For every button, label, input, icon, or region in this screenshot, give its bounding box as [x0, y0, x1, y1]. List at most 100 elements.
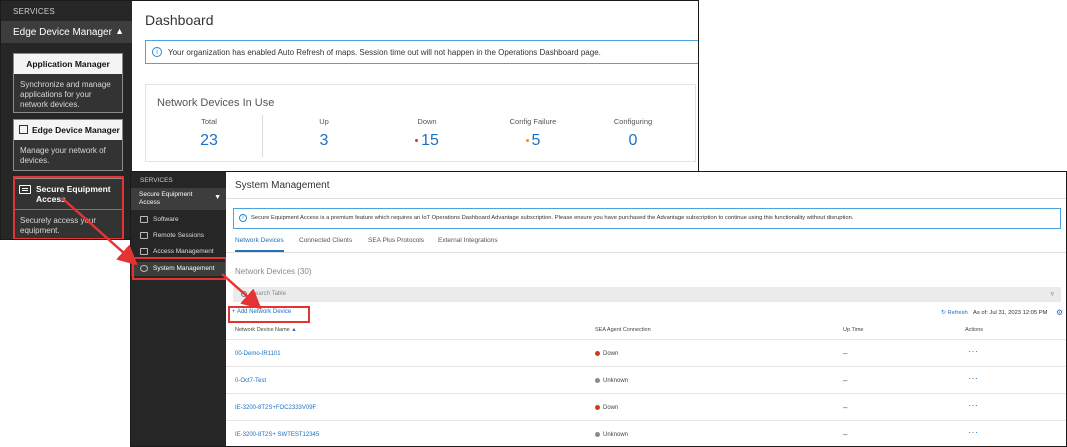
- chevron-up-icon[interactable]: ▲: [115, 26, 124, 36]
- refresh-label: Refresh: [947, 310, 968, 316]
- sidebar-item-label: Remote Sessions: [153, 232, 204, 239]
- network-devices-card: Network Devices In Use Total 23 Up 3 Dow…: [145, 84, 696, 162]
- column-label: Network Device Name: [235, 327, 290, 333]
- tab-network-devices[interactable]: Network Devices: [235, 237, 284, 252]
- stat-value: 15: [421, 132, 439, 149]
- column-header-uptime: Up Time: [843, 327, 864, 333]
- stat-value: 23: [200, 132, 218, 149]
- stat-value-row: 15: [372, 132, 482, 150]
- stat-value-row: 5: [478, 132, 588, 150]
- down-dot-icon: [415, 139, 419, 143]
- sidebar-item-software[interactable]: Software: [131, 213, 226, 227]
- uptime-value: –: [843, 403, 848, 412]
- table-row: 0-Oct7-Test Unknown – ···: [226, 366, 1066, 393]
- stat-config-failure[interactable]: Config Failure 5: [478, 117, 588, 150]
- more-actions-icon[interactable]: ···: [968, 400, 979, 410]
- tab-sea-plus-protocols[interactable]: SEA Plus Protocols: [368, 237, 424, 252]
- device-icon: [19, 125, 28, 134]
- table-row: 00-Demo-IR1101 Down – ···: [226, 339, 1066, 366]
- sidebar-item-remote-sessions[interactable]: Remote Sessions: [131, 229, 226, 243]
- application-manager-card[interactable]: Application Manager Synchronize and mana…: [13, 53, 123, 113]
- wrench-icon: [140, 216, 148, 223]
- status-text: Unknown: [603, 432, 629, 438]
- status-badge: Unknown: [595, 432, 628, 438]
- column-header-actions: Actions: [965, 327, 984, 333]
- as-of-timestamp: As of: Jul 31, 2023 12:05 PM: [973, 310, 1048, 316]
- column-header-name[interactable]: Network Device Name ▲: [235, 327, 297, 333]
- page-title: Dashboard: [145, 12, 214, 28]
- search-input[interactable]: Search Table ▿: [233, 287, 1061, 302]
- monitor-icon: [140, 232, 148, 239]
- search-icon: [241, 291, 247, 297]
- table-row: IE-3200-8T2S+FOC2333V09F Down – ···: [226, 393, 1066, 420]
- divider: [226, 198, 1066, 199]
- sea-sidebar: SERVICES Secure Equipment Access ▼ Softw…: [131, 172, 227, 446]
- card-title: Application Manager: [14, 54, 122, 74]
- device-name-link[interactable]: IE-3200-8T2S+ SWTEST12345: [235, 432, 319, 438]
- stat-total[interactable]: Total 23: [154, 117, 264, 150]
- system-management-main: System Management i Secure Equipment Acc…: [226, 172, 1066, 446]
- stat-up[interactable]: Up 3: [269, 117, 379, 150]
- chevron-down-icon[interactable]: ▼: [214, 194, 221, 202]
- warning-dot-icon: [525, 139, 529, 143]
- secure-equipment-access-section[interactable]: Secure Equipment Access ▼: [131, 188, 226, 210]
- refresh-button[interactable]: ↻ Refresh: [941, 310, 968, 316]
- settings-gear-icon[interactable]: ⚙: [1056, 308, 1063, 317]
- stat-label: Down: [417, 117, 437, 126]
- uptime-value: –: [843, 349, 848, 358]
- stat-label: Configuring: [613, 117, 653, 126]
- status-badge: Unknown: [595, 378, 628, 384]
- stat-down[interactable]: Down 15: [372, 117, 482, 150]
- card-title: Edge Device Manager: [32, 125, 120, 135]
- device-name-link[interactable]: 0-Oct7-Test: [235, 378, 266, 384]
- edge-device-manager-section[interactable]: Edge Device Manager ▲: [1, 21, 132, 43]
- section-title-line2: Access: [139, 198, 160, 206]
- card-description: Manage your network of devices.: [20, 146, 106, 165]
- device-count: Network Devices (30): [235, 267, 312, 276]
- stat-label: Config Failure: [509, 117, 557, 126]
- sidebar-item-label: Access Management: [153, 248, 214, 255]
- info-icon: i: [152, 47, 162, 57]
- more-actions-icon[interactable]: ···: [968, 346, 979, 356]
- sort-arrow-icon: ▲: [289, 327, 297, 333]
- status-text: Down: [603, 351, 619, 357]
- card-title-row: Edge Device Manager: [14, 120, 122, 140]
- device-name-link[interactable]: 00-Demo-IR1101: [235, 351, 281, 357]
- info-banner: i Your organization has enabled Auto Ref…: [145, 40, 698, 64]
- highlight-box: [13, 176, 124, 239]
- info-icon: i: [239, 214, 247, 222]
- more-actions-icon[interactable]: ···: [968, 373, 979, 383]
- info-banner: i Secure Equipment Access is a premium f…: [233, 208, 1061, 229]
- table-row: IE-3200-8T2S+ SWTEST12345 Unknown – ···: [226, 420, 1066, 446]
- uptime-value: –: [843, 430, 848, 439]
- card-description: Synchronize and manage applications for …: [20, 80, 111, 109]
- stat-value: 3: [319, 132, 329, 149]
- more-actions-icon[interactable]: ···: [968, 427, 979, 437]
- stat-value: 5: [531, 132, 541, 149]
- section-title: Edge Device Manager: [13, 27, 112, 38]
- device-name-link[interactable]: IE-3200-8T2S+FOC2333V09F: [235, 405, 316, 411]
- lock-icon: [140, 248, 148, 255]
- divider: [226, 252, 1066, 253]
- tab-connected-clients[interactable]: Connected Clients: [299, 237, 352, 252]
- column-header-sea-agent: SEA Agent Connection: [595, 327, 651, 333]
- stat-configuring[interactable]: Configuring 0: [578, 117, 688, 150]
- uptime-value: –: [843, 376, 848, 385]
- tab-external-integrations[interactable]: External Integrations: [438, 237, 498, 252]
- divider: [262, 115, 263, 157]
- services-label: SERVICES: [13, 7, 55, 16]
- banner-text: Secure Equipment Access is a premium fea…: [251, 215, 854, 221]
- status-text: Unknown: [603, 378, 629, 384]
- stat-label: Up: [319, 117, 329, 126]
- status-text: Down: [603, 405, 619, 411]
- status-dot-icon: [595, 351, 600, 356]
- system-management-window: SERVICES Secure Equipment Access ▼ Softw…: [130, 171, 1067, 447]
- edge-device-manager-card[interactable]: Edge Device Manager Manage your network …: [13, 119, 123, 171]
- services-label: SERVICES: [140, 177, 173, 184]
- status-badge: Down: [595, 351, 618, 357]
- section-title-line1: Secure Equipment: [139, 191, 193, 198]
- status-badge: Down: [595, 405, 618, 411]
- filter-icon[interactable]: ▿: [1050, 290, 1054, 298]
- stat-value: 0: [628, 132, 638, 149]
- stat-label: Total: [201, 117, 217, 126]
